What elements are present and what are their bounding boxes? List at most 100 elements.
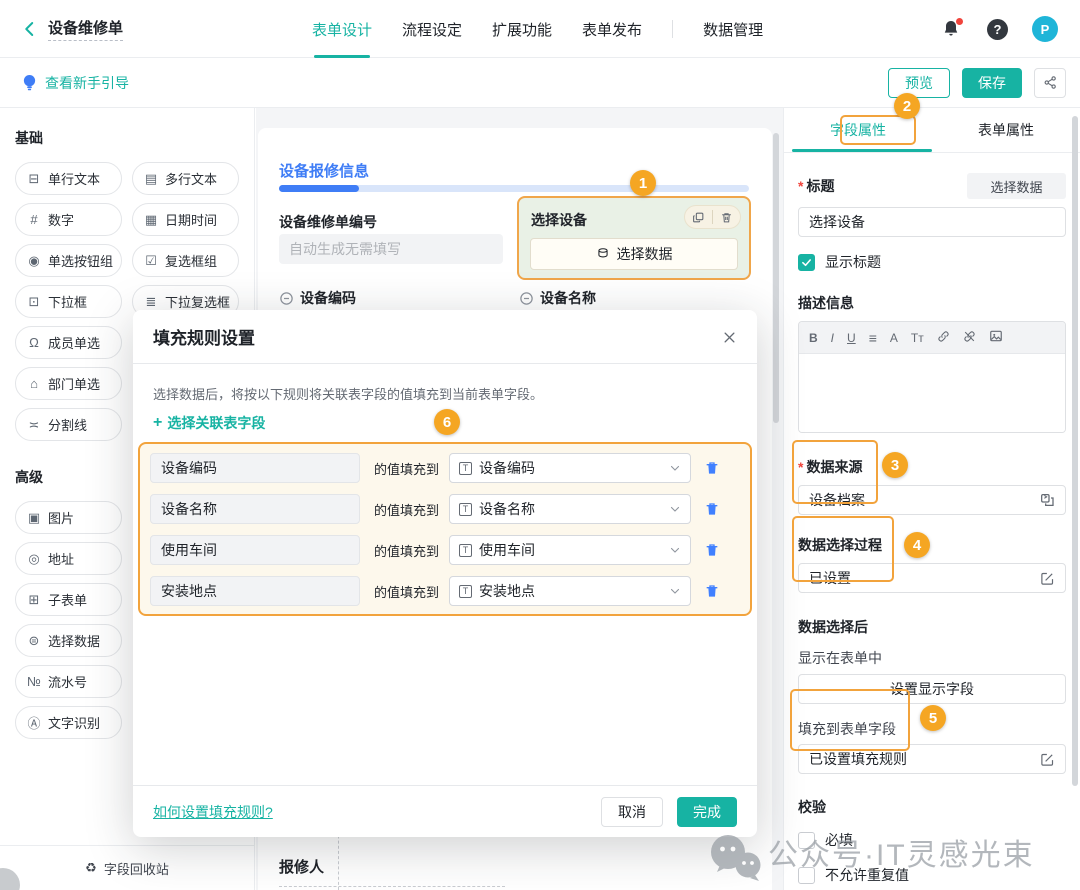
database-icon bbox=[596, 247, 610, 261]
field-type-image[interactable]: ▣图片 bbox=[15, 501, 122, 534]
user-avatar[interactable]: P bbox=[1032, 16, 1058, 42]
tab-form-publish[interactable]: 表单发布 bbox=[582, 0, 642, 58]
cancel-button[interactable]: 取消 bbox=[601, 797, 663, 827]
edit-icon[interactable] bbox=[1040, 571, 1055, 586]
fill-rules-value: 已设置填充规则 bbox=[809, 749, 907, 769]
field-type-member-single[interactable]: Ω成员单选 bbox=[15, 326, 122, 359]
target-field-select[interactable]: T 设备编码 bbox=[449, 453, 691, 483]
bold-icon[interactable]: B bbox=[809, 331, 818, 345]
delete-rule-button[interactable] bbox=[704, 460, 720, 476]
group-title[interactable]: 设备报修信息 bbox=[279, 160, 369, 181]
tab-form-properties[interactable]: 表单属性 bbox=[932, 108, 1080, 152]
repair-no-input[interactable]: 自动生成无需填写 bbox=[279, 234, 503, 264]
font-color-icon[interactable]: A bbox=[890, 331, 898, 345]
description-textarea[interactable] bbox=[799, 354, 1065, 432]
nav-tabs: 表单设计 流程设定 扩展功能 表单发布 数据管理 bbox=[312, 0, 763, 58]
link-icon[interactable] bbox=[937, 330, 950, 346]
tab-extensions[interactable]: 扩展功能 bbox=[492, 0, 552, 58]
field-type-select-data[interactable]: ⊜选择数据 bbox=[15, 624, 122, 657]
field-type-number[interactable]: #数字 bbox=[15, 203, 122, 236]
canvas-scrollbar[interactable] bbox=[773, 133, 779, 423]
delete-rule-button[interactable] bbox=[704, 583, 720, 599]
field-type-multi-line-text[interactable]: ▤多行文本 bbox=[132, 162, 239, 195]
modal-header: 填充规则设置 bbox=[133, 310, 757, 364]
field-label-repair-no: 设备维修单编号 bbox=[279, 212, 377, 232]
save-button[interactable]: 保存 bbox=[962, 68, 1022, 98]
set-display-fields-button[interactable]: 设置显示字段 bbox=[798, 674, 1066, 704]
linked-field-device-name[interactable]: 设备名称 bbox=[519, 288, 759, 308]
fill-rules-help-link[interactable]: 如何设置填充规则? bbox=[153, 802, 273, 822]
panel-scrollbar[interactable] bbox=[1072, 116, 1078, 786]
title-input[interactable]: 选择设备 bbox=[798, 207, 1066, 237]
selection-process-value: 已设置 bbox=[809, 568, 851, 588]
field-type-checkbox-group[interactable]: ☑复选框组 bbox=[132, 244, 239, 277]
field-type-label: 单选按钮组 bbox=[48, 251, 113, 270]
delete-field-button[interactable] bbox=[713, 206, 740, 228]
tab-data-management[interactable]: 数据管理 bbox=[703, 0, 763, 58]
no-duplicate-checkbox[interactable] bbox=[798, 867, 815, 884]
field-type-department-single[interactable]: ⌂部门单选 bbox=[15, 367, 122, 400]
help-icon[interactable]: ? bbox=[987, 19, 1008, 40]
panel-tabs: 字段属性 表单属性 bbox=[784, 108, 1080, 153]
preview-button[interactable]: 预览 bbox=[888, 68, 950, 98]
field-type-label: 下拉复选框 bbox=[165, 292, 230, 311]
target-field-select[interactable]: T 使用车间 bbox=[449, 535, 691, 565]
confirm-button[interactable]: 完成 bbox=[677, 797, 737, 827]
selection-process-field[interactable]: 已设置 bbox=[798, 563, 1066, 593]
font-size-icon[interactable]: Tт bbox=[911, 331, 924, 345]
select-data-button[interactable]: 选择数据 bbox=[530, 238, 738, 270]
align-icon[interactable]: ≡ bbox=[869, 330, 877, 346]
unlink-icon[interactable] bbox=[963, 330, 976, 346]
field-type-serial-number[interactable]: №流水号 bbox=[15, 665, 122, 698]
app-title[interactable]: 设备维修单 bbox=[48, 17, 123, 41]
title-action-tag[interactable]: 选择数据 bbox=[967, 173, 1066, 199]
richtext-toolbar: B I U ≡ A Tт bbox=[799, 322, 1065, 354]
tab-form-design[interactable]: 表单设计 bbox=[312, 0, 372, 58]
field-type-ocr[interactable]: Ⓐ文字识别 bbox=[15, 706, 122, 739]
selected-field-select-device[interactable]: 选择设备 选择数据 bbox=[517, 196, 751, 280]
notification-bell-icon[interactable] bbox=[941, 18, 963, 40]
target-field-value: 设备名称 bbox=[479, 499, 535, 519]
field-type-subform[interactable]: ⊞子表单 bbox=[15, 583, 122, 616]
share-button[interactable] bbox=[1034, 68, 1066, 98]
add-related-field-link[interactable]: + 选择关联表字段 bbox=[153, 413, 265, 433]
tab-flow-settings[interactable]: 流程设定 bbox=[402, 0, 462, 58]
field-type-datetime[interactable]: ▦日期时间 bbox=[132, 203, 239, 236]
delete-rule-button[interactable] bbox=[704, 542, 720, 558]
chevron-left-icon bbox=[21, 20, 39, 38]
recycle-icon: ♻ bbox=[85, 860, 97, 876]
display-in-form-label: 显示在表单中 bbox=[798, 648, 1066, 668]
beginner-guide-link[interactable]: 查看新手引导 bbox=[22, 73, 129, 93]
source-field-input[interactable]: 设备名称 bbox=[150, 494, 360, 524]
field-type-radio-group[interactable]: ◉单选按钮组 bbox=[15, 244, 122, 277]
number-icon: # bbox=[27, 212, 41, 227]
field-type-divider[interactable]: ≍分割线 bbox=[15, 408, 122, 441]
linked-field-device-code[interactable]: 设备编码 bbox=[279, 288, 519, 308]
required-asterisk: * bbox=[798, 459, 803, 475]
swap-data-source-icon[interactable] bbox=[1039, 492, 1055, 508]
source-field-input[interactable]: 安装地点 bbox=[150, 576, 360, 606]
back-button[interactable] bbox=[18, 17, 42, 41]
delete-rule-button[interactable] bbox=[704, 501, 720, 517]
target-field-select[interactable]: T 设备名称 bbox=[449, 494, 691, 524]
field-type-single-line-text[interactable]: ⊟单行文本 bbox=[15, 162, 122, 195]
modal-close-button[interactable] bbox=[719, 327, 739, 347]
italic-icon[interactable]: I bbox=[831, 331, 834, 345]
required-checkbox[interactable] bbox=[798, 832, 815, 849]
fill-phrase: 的值填充到 bbox=[374, 459, 439, 478]
insert-image-icon[interactable] bbox=[989, 329, 1003, 346]
field-type-address[interactable]: ◎地址 bbox=[15, 542, 122, 575]
trash-icon bbox=[720, 211, 733, 224]
show-title-checkbox[interactable] bbox=[798, 254, 815, 271]
fill-rules-field[interactable]: 已设置填充规则 bbox=[798, 744, 1066, 774]
field-type-label: 下拉框 bbox=[48, 292, 87, 311]
edit-icon[interactable] bbox=[1040, 752, 1055, 767]
field-recycle-bin[interactable]: ♻ 字段回收站 bbox=[0, 845, 254, 890]
underline-icon[interactable]: U bbox=[847, 331, 856, 345]
field-type-dropdown[interactable]: ⊡下拉框 bbox=[15, 285, 122, 318]
target-field-select[interactable]: T 安装地点 bbox=[449, 576, 691, 606]
data-source-field[interactable]: 设备档案 bbox=[798, 485, 1066, 515]
source-field-input[interactable]: 设备编码 bbox=[150, 453, 360, 483]
source-field-input[interactable]: 使用车间 bbox=[150, 535, 360, 565]
copy-field-button[interactable] bbox=[685, 206, 712, 228]
